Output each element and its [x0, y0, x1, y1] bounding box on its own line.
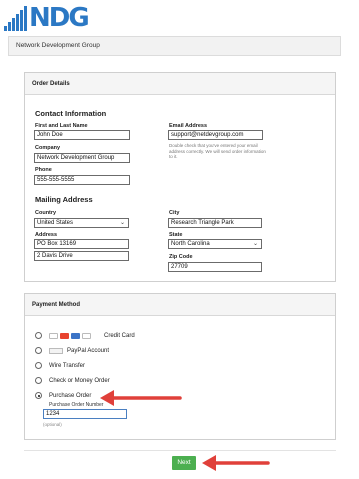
arrow-icon	[100, 390, 182, 406]
annotation-arrows	[100, 390, 270, 471]
arrow-icon	[202, 455, 270, 471]
